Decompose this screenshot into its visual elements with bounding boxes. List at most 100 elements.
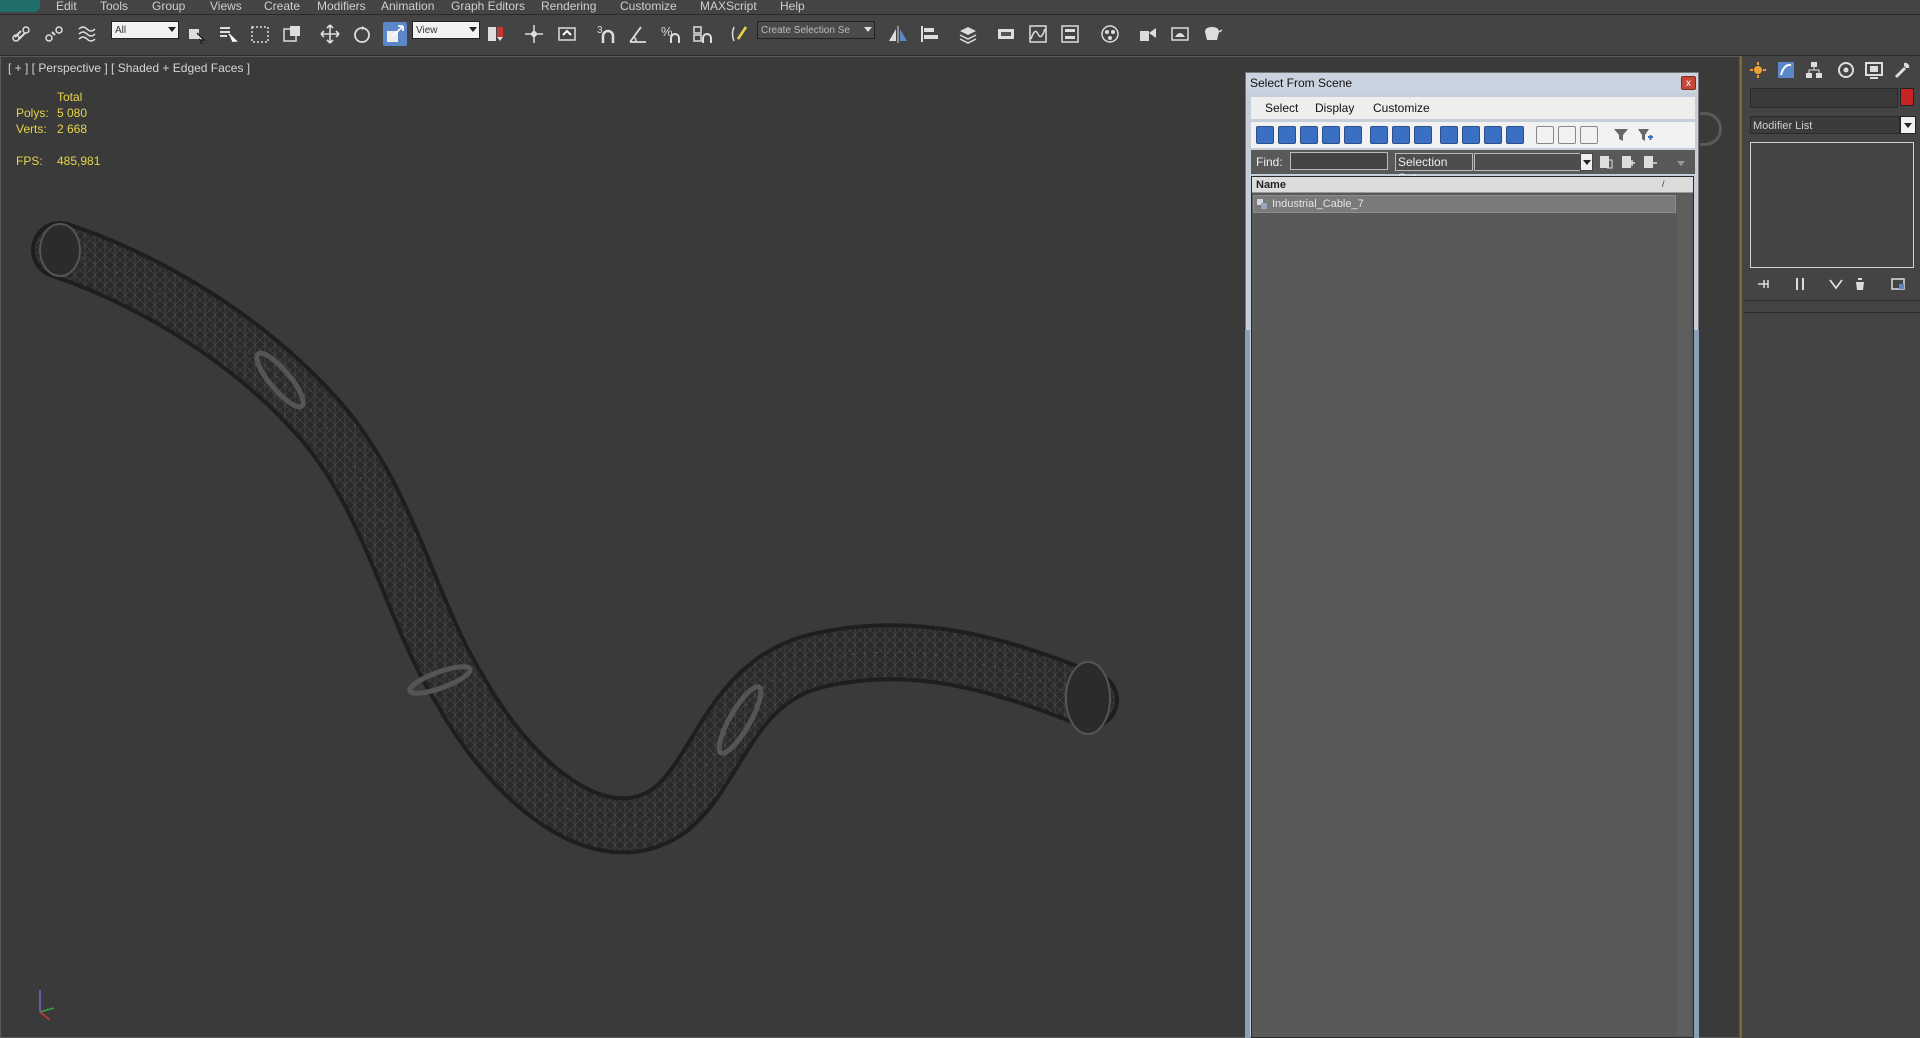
show-end-result-icon[interactable] <box>1792 276 1808 292</box>
menu-create[interactable]: Create <box>264 0 300 12</box>
percent-snap-icon[interactable]: % <box>658 22 682 46</box>
select-by-name-icon[interactable] <box>216 22 240 46</box>
filter-options-icon[interactable] <box>1636 126 1654 144</box>
object-color-swatch[interactable] <box>1900 88 1914 106</box>
menu-help[interactable]: Help <box>780 0 805 12</box>
filter-lights-icon[interactable] <box>1300 126 1318 144</box>
rectangular-selection-icon[interactable] <box>248 22 272 46</box>
remove-from-selection-set-icon[interactable] <box>1642 154 1658 170</box>
chevron-down-icon[interactable] <box>1900 116 1916 134</box>
hierarchy-tab-icon[interactable] <box>1804 60 1824 80</box>
viewport-label[interactable]: [ + ] [ Perspective ] [ Shaded + Edged F… <box>8 61 250 75</box>
named-selection-dropdown[interactable]: Create Selection Se <box>757 21 875 39</box>
options-dropdown-icon[interactable] <box>1676 158 1686 168</box>
name-column-header[interactable]: Name <box>1252 177 1693 193</box>
filter-icon[interactable] <box>1612 126 1630 144</box>
rendered-frame-window-icon[interactable] <box>1168 22 1192 46</box>
configure-modifier-sets-icon[interactable] <box>1890 276 1906 292</box>
list-scrollbar[interactable] <box>1677 195 1691 1035</box>
industrial-cable-model[interactable] <box>30 220 1130 880</box>
stats-fps-value: 485,981 <box>57 154 101 168</box>
pin-stack-icon[interactable] <box>1756 276 1772 292</box>
create-tab-icon[interactable] <box>1748 60 1768 80</box>
menu-edit[interactable]: Edit <box>56 0 77 12</box>
snaps-toggle-icon[interactable]: 3 <box>594 22 618 46</box>
menu-animation[interactable]: Animation <box>381 0 434 12</box>
app-logo-icon[interactable] <box>0 0 40 12</box>
close-icon[interactable]: x <box>1681 76 1696 90</box>
graphite-tools-icon[interactable] <box>994 22 1018 46</box>
filter-frozen-icon[interactable] <box>1484 126 1502 144</box>
render-setup-icon[interactable] <box>1136 22 1160 46</box>
dialog-menu-customize[interactable]: Customize <box>1373 101 1430 115</box>
chevron-down-icon[interactable] <box>1580 153 1593 171</box>
filter-xrefs-icon[interactable] <box>1414 126 1432 144</box>
make-unique-icon[interactable] <box>1828 276 1844 292</box>
angle-snap-icon[interactable] <box>626 22 650 46</box>
dialog-title[interactable]: Select From Scene <box>1246 73 1698 93</box>
add-to-selection-set-icon[interactable] <box>1620 154 1636 170</box>
window-crossing-icon[interactable] <box>280 22 304 46</box>
reference-coord-dropdown[interactable]: View <box>412 21 480 39</box>
select-none-icon[interactable] <box>1558 126 1576 144</box>
spinner-snap-icon[interactable] <box>690 22 714 46</box>
material-editor-icon[interactable] <box>1098 22 1122 46</box>
filter-groups-icon[interactable] <box>1392 126 1410 144</box>
scene-object-list[interactable] <box>1251 176 1694 1038</box>
save-selection-set-icon[interactable] <box>1598 154 1614 170</box>
select-all-icon[interactable] <box>1536 126 1554 144</box>
schematic-view-icon[interactable] <box>1058 22 1082 46</box>
select-manipulate-icon[interactable] <box>522 22 546 46</box>
move-icon[interactable] <box>318 22 342 46</box>
utilities-tab-icon[interactable] <box>1892 60 1912 80</box>
menu-rendering[interactable]: Rendering <box>541 0 596 12</box>
menu-tools[interactable]: Tools <box>100 0 128 12</box>
unlink-icon[interactable] <box>42 22 66 46</box>
pivot-center-icon[interactable] <box>484 22 508 46</box>
rotate-icon[interactable] <box>350 22 374 46</box>
filter-bones-icon[interactable] <box>1440 126 1458 144</box>
object-name-field[interactable] <box>1750 88 1898 108</box>
menu-customize[interactable]: Customize <box>620 0 677 12</box>
display-tab-icon[interactable] <box>1864 60 1884 80</box>
axis-tripod-icon <box>39 990 55 1021</box>
scale-icon[interactable] <box>383 22 407 46</box>
menu-graph-editors[interactable]: Graph Editors <box>451 0 525 12</box>
stats-polys-value: 5 080 <box>57 106 88 120</box>
find-input[interactable] <box>1290 152 1388 170</box>
modifier-list-dropdown[interactable]: Modifier List <box>1750 116 1900 134</box>
filter-space-warps-icon[interactable] <box>1370 126 1388 144</box>
filter-containers-icon[interactable] <box>1462 126 1480 144</box>
bind-space-warp-icon[interactable] <box>75 22 99 46</box>
filter-shapes-icon[interactable] <box>1278 126 1296 144</box>
selection-filter-dropdown[interactable]: All <box>111 21 179 39</box>
menu-group[interactable]: Group <box>152 0 185 12</box>
select-object-icon[interactable] <box>184 22 208 46</box>
curve-editor-icon[interactable] <box>1026 22 1050 46</box>
modifier-stack[interactable] <box>1750 142 1914 268</box>
dialog-menu-select[interactable]: Select <box>1265 101 1298 115</box>
list-item[interactable]: Industrial_Cable_7 <box>1253 195 1676 213</box>
menu-modifiers[interactable]: Modifiers <box>317 0 366 12</box>
selection-set-dropdown[interactable] <box>1474 153 1592 171</box>
edit-named-selection-icon[interactable] <box>728 22 752 46</box>
render-production-icon[interactable] <box>1200 22 1224 46</box>
menu-maxscript[interactable]: MAXScript <box>700 0 757 12</box>
filter-geometry-icon[interactable] <box>1256 126 1274 144</box>
geometry-object-icon <box>1257 199 1267 209</box>
keyboard-shortcut-override-icon[interactable] <box>555 22 579 46</box>
align-icon[interactable] <box>918 22 942 46</box>
layer-manager-icon[interactable] <box>956 22 980 46</box>
link-icon[interactable] <box>10 22 34 46</box>
dialog-menu-display[interactable]: Display <box>1315 101 1354 115</box>
stats-total-label: Total <box>57 90 83 104</box>
filter-helpers-icon[interactable] <box>1344 126 1362 144</box>
menu-views[interactable]: Views <box>210 0 242 12</box>
filter-cameras-icon[interactable] <box>1322 126 1340 144</box>
filter-hidden-icon[interactable] <box>1506 126 1524 144</box>
modify-tab-icon[interactable] <box>1776 60 1796 80</box>
select-invert-icon[interactable] <box>1580 126 1598 144</box>
remove-modifier-icon[interactable] <box>1852 276 1868 292</box>
motion-tab-icon[interactable] <box>1836 60 1856 80</box>
mirror-icon[interactable] <box>886 22 910 46</box>
